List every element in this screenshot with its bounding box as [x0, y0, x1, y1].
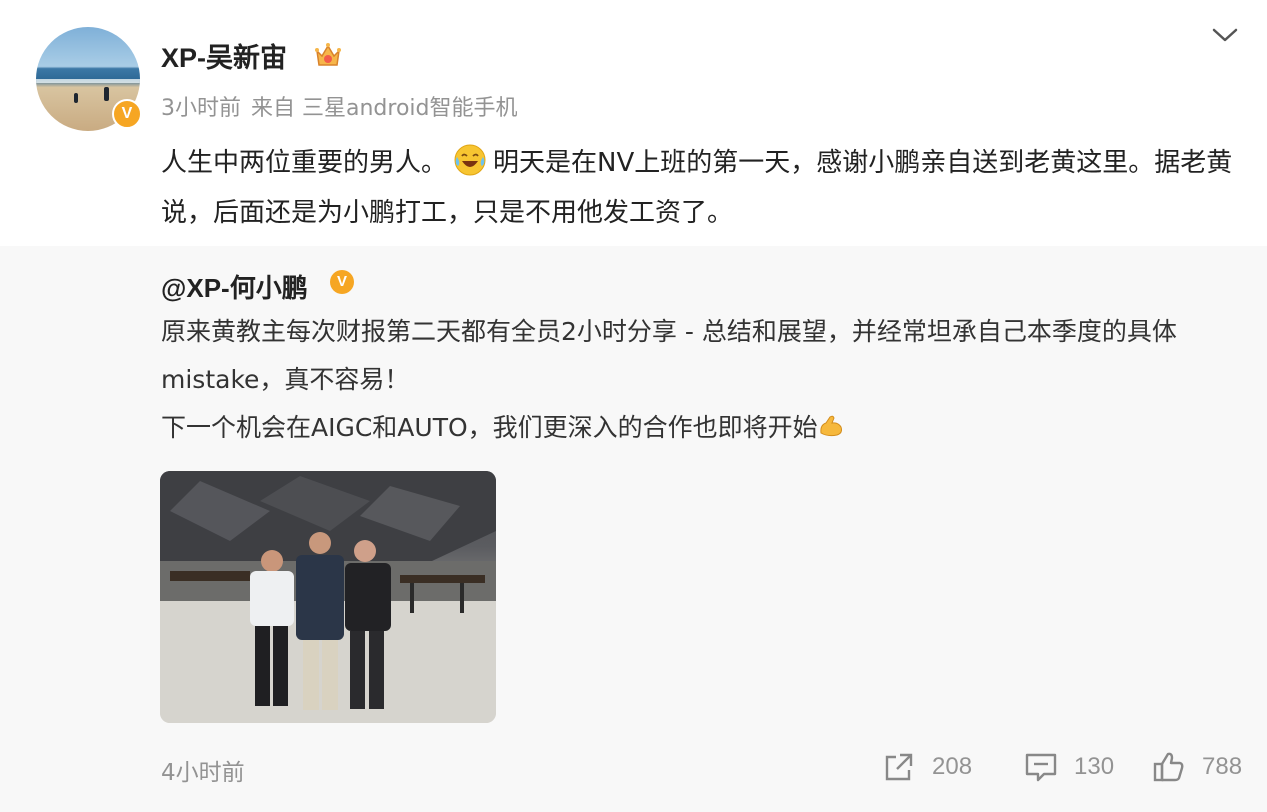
repost-text-line2-wrap: 下一个机会在AIGC和AUTO，我们更深入的合作也即将开始 [161, 404, 1251, 452]
comment-count: 130 [1074, 753, 1115, 780]
repost-username[interactable]: @XP-何小鹏 [161, 268, 308, 305]
post-text: 人生中两位重要的男人。 明天是在NV上班的第一天，感谢小鹏亲自送到老黄这里。据老… [161, 138, 1251, 238]
comment-button[interactable]: 130 [1024, 751, 1114, 783]
repost-time[interactable]: 4小时前 [161, 753, 245, 787]
flexed-biceps-icon [820, 415, 842, 437]
repost-button[interactable]: 208 [882, 751, 972, 783]
repost-text-line2: 下一个机会在AIGC和AUTO，我们更深入的合作也即将开始 [161, 413, 818, 442]
post-source: 来自 三星android智能手机 [251, 96, 518, 121]
repost-text: 原来黄教主每次财报第二天都有全员2小时分享 - 总结和展望，并经常坦承自己本季度… [161, 308, 1251, 452]
repost-count: 208 [932, 753, 973, 780]
thumbs-up-icon [1153, 752, 1184, 782]
post-text-part1: 人生中两位重要的男人。 [161, 148, 448, 178]
repost-photo[interactable] [160, 471, 496, 723]
laughing-crying-emoji-icon [454, 144, 486, 176]
post-time[interactable]: 3小时前 [161, 96, 241, 121]
verified-badge-icon: V [112, 99, 142, 129]
share-icon [885, 753, 913, 781]
comment-icon [1025, 753, 1057, 782]
photo-illustration [160, 471, 496, 723]
repost-card[interactable]: @XP-何小鹏 V 原来黄教主每次财报第二天都有全员2小时分享 - 总结和展望，… [0, 246, 1267, 812]
user-avatar[interactable]: V [36, 27, 142, 131]
post-username[interactable]: XP-吴新宙 [161, 36, 287, 75]
chevron-down-icon[interactable] [1211, 25, 1239, 45]
like-button[interactable]: 788 [1152, 751, 1242, 783]
repost-text-line1: 原来黄教主每次财报第二天都有全员2小时分享 - 总结和展望，并经常坦承自己本季度… [161, 317, 1177, 394]
verified-badge-icon: V [330, 270, 354, 294]
like-count: 788 [1202, 753, 1243, 780]
post-meta: 3小时前 来自 三星android智能手机 [161, 90, 527, 122]
crown-icon [315, 43, 341, 66]
